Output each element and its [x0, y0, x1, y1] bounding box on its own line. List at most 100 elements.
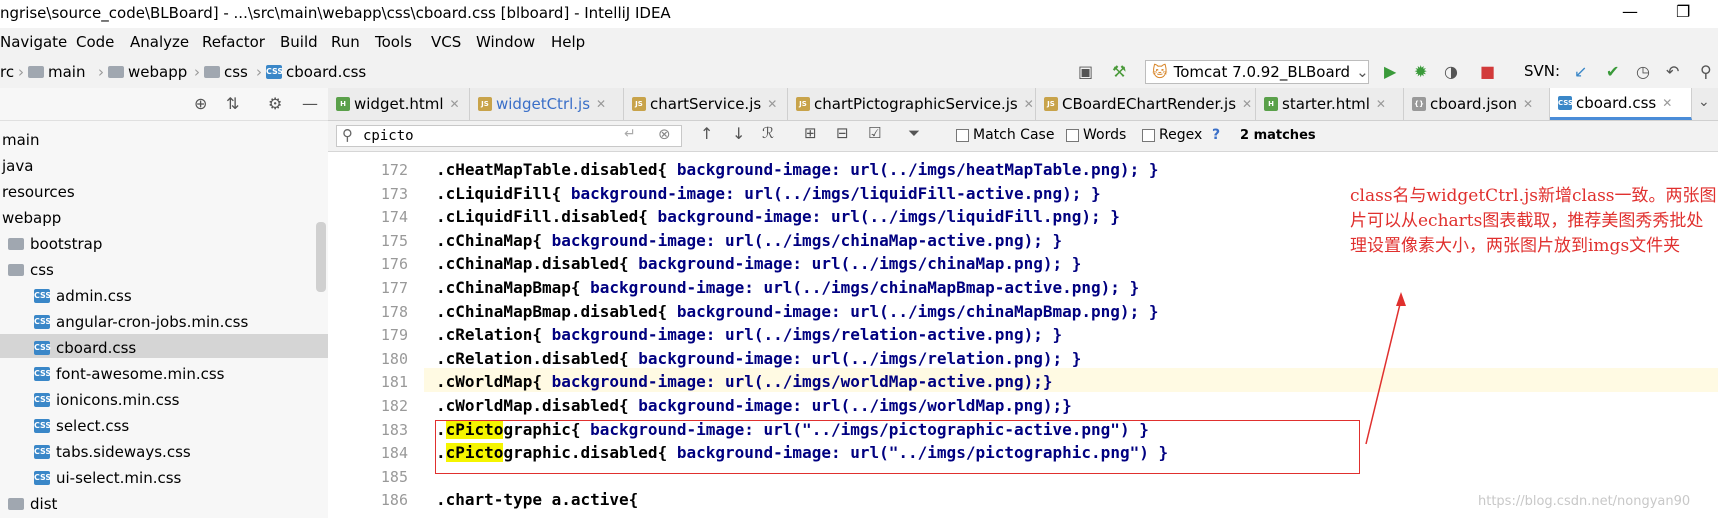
debug-icon[interactable]: ✹: [1414, 62, 1427, 81]
build-hammer-icon[interactable]: ⚒: [1112, 62, 1126, 81]
find-all-icon[interactable]: ℛ: [762, 124, 774, 142]
tree-item[interactable]: CSS angular-cron-jobs.min.css: [34, 310, 248, 334]
tree-item[interactable]: CSS cboard.css: [34, 336, 136, 360]
folder-icon: [28, 66, 44, 78]
remove-occurrence-icon[interactable]: ⊟: [836, 124, 849, 142]
menu-code[interactable]: Code: [76, 33, 114, 51]
tree-item[interactable]: main: [2, 128, 39, 152]
svn-update-icon[interactable]: ↙: [1574, 62, 1587, 81]
history-icon[interactable]: ◷: [1636, 62, 1650, 81]
menu-run[interactable]: Run: [331, 33, 360, 51]
menu-vcs[interactable]: VCS: [431, 33, 461, 51]
tree-scrollbar[interactable]: [316, 222, 326, 292]
code-line[interactable]: .chart-type a.active{: [436, 488, 638, 512]
chevron-right-icon: ›: [256, 63, 262, 81]
match-case-option[interactable]: Match Case: [956, 127, 1054, 143]
tree-item[interactable]: java: [2, 154, 33, 178]
menu-refactor[interactable]: Refactor: [202, 33, 265, 51]
code-line[interactable]: .cChinaMapBmap.disabled{ background-imag…: [436, 300, 1158, 324]
code-line[interactable]: .cWorldMap{ background-image: url(../img…: [436, 370, 1053, 394]
hide-icon[interactable]: —: [302, 94, 318, 113]
menu-help[interactable]: Help: [551, 33, 585, 51]
code-line[interactable]: .cChinaMap.disabled{ background-image: u…: [436, 252, 1081, 276]
regex-help-link[interactable]: ?: [1212, 127, 1220, 143]
breadcrumb-webapp[interactable]: webapp: [108, 63, 187, 81]
close-icon[interactable]: ✕: [1662, 96, 1672, 110]
coverage-icon[interactable]: ◑: [1444, 62, 1458, 81]
menu-window[interactable]: Window: [476, 33, 535, 51]
breadcrumb-file[interactable]: CSS cboard.css: [266, 63, 366, 81]
close-icon[interactable]: ✕: [450, 97, 460, 111]
code-line[interactable]: .cChinaMap{ background-image: url(../img…: [436, 229, 1062, 253]
run-config-dropdown[interactable]: 🐱 Tomcat 7.0.92_BLBoard ⌄: [1145, 60, 1369, 84]
words-option[interactable]: Words: [1066, 127, 1126, 143]
tree-item[interactable]: CSS tabs.sideways.css: [34, 440, 191, 464]
code-line[interactable]: .cRelation{ background-image: url(../img…: [436, 323, 1062, 347]
breadcrumb-main[interactable]: main: [28, 63, 85, 81]
tree-item[interactable]: dist: [8, 492, 57, 516]
menu-build[interactable]: Build: [280, 33, 318, 51]
code-line[interactable]: .cHeatMapTable.disabled{ background-imag…: [436, 158, 1158, 182]
code-line[interactable]: .cWorldMap.disabled{ background-image: u…: [436, 394, 1072, 418]
tab-cboardechartrender-js[interactable]: JS CBoardEChartRender.js ✕: [1036, 88, 1256, 120]
clear-search-icon[interactable]: ⊗: [658, 125, 671, 143]
code-line[interactable]: .cChinaMapBmap{ background-image: url(..…: [436, 276, 1139, 300]
tab-starter-html[interactable]: H starter.html ✕: [1256, 88, 1404, 120]
breadcrumb-src[interactable]: rc: [0, 63, 14, 81]
navigation-bar: rc › main › webapp › css › CSS cboard.cs…: [0, 56, 1718, 89]
select-all-occurrences-icon[interactable]: ☑: [868, 124, 881, 142]
tab-chartpictographicservice-js[interactable]: JS chartPictographicService.js ✕: [788, 88, 1036, 120]
close-icon[interactable]: ✕: [596, 97, 606, 111]
code-line[interactable]: .cRelation.disabled{ background-image: u…: [436, 347, 1081, 371]
tree-item[interactable]: CSS ui-select.min.css: [34, 466, 181, 490]
close-icon[interactable]: ✕: [1242, 97, 1252, 111]
tree-item[interactable]: bootstrap: [8, 232, 102, 256]
next-occurrence-icon[interactable]: ↓: [732, 124, 745, 143]
close-icon[interactable]: ✕: [1523, 97, 1533, 111]
words-checkbox[interactable]: [1066, 128, 1079, 142]
menu-navigate[interactable]: Navigate: [0, 33, 67, 51]
tab-chartservice-js[interactable]: JS chartService.js ✕: [624, 88, 788, 120]
collapse-all-icon[interactable]: ⇅: [226, 94, 239, 113]
code-line[interactable]: .cLiquidFill.disabled{ background-image:…: [436, 205, 1120, 229]
minimize-button[interactable]: —: [1622, 2, 1638, 21]
close-icon[interactable]: ✕: [1376, 97, 1386, 111]
menu-analyze[interactable]: Analyze: [130, 33, 189, 51]
watermark: https://blog.csdn.net/nongyan90: [1478, 494, 1691, 509]
close-icon[interactable]: ✕: [767, 97, 777, 111]
tabs-overflow-icon[interactable]: ⌄: [1698, 94, 1710, 110]
add-occurrence-icon[interactable]: ⊞: [804, 124, 817, 142]
regex-checkbox[interactable]: [1142, 128, 1155, 142]
stop-icon[interactable]: ■: [1480, 62, 1495, 81]
run-icon[interactable]: ▶: [1384, 62, 1396, 81]
filter-icon[interactable]: ⏷: [908, 124, 920, 142]
layout-icon[interactable]: ▣: [1078, 62, 1093, 81]
breadcrumb-css[interactable]: css: [204, 63, 248, 81]
code-line[interactable]: .cLiquidFill{ background-image: url(../i…: [436, 182, 1101, 206]
tab-cboard-json[interactable]: {} cboard.json ✕: [1404, 88, 1550, 120]
css-declaration: background-image: url(../imgs/liquidFill…: [647, 207, 1120, 227]
tree-item[interactable]: webapp: [2, 206, 61, 230]
tab-widget-html[interactable]: H widget.html ✕: [328, 88, 470, 120]
svn-commit-icon[interactable]: ✔: [1606, 62, 1619, 81]
previous-occurrence-icon[interactable]: ↑: [700, 124, 713, 143]
tree-item[interactable]: CSS ionicons.min.css: [34, 388, 179, 412]
regex-option[interactable]: Regex: [1142, 127, 1202, 143]
tree-item[interactable]: CSS select.css: [34, 414, 129, 438]
revert-icon[interactable]: ↶: [1666, 62, 1679, 81]
tab-widgetctrl-js[interactable]: JS widgetCtrl.js ✕: [470, 88, 624, 120]
menu-tools[interactable]: Tools: [375, 33, 412, 51]
tree-item[interactable]: css: [8, 258, 54, 282]
css-selector: .cChinaMapBmap{: [436, 278, 581, 297]
locate-icon[interactable]: ⊕: [194, 94, 207, 113]
restore-button[interactable]: ❐: [1676, 2, 1690, 21]
css-selector: .cWorldMap{: [436, 372, 542, 392]
tab-cboard-css[interactable]: CSS cboard.css ✕: [1550, 88, 1692, 120]
gear-icon[interactable]: ⚙: [268, 94, 282, 113]
search-everywhere-icon[interactable]: ⚲: [1700, 62, 1712, 81]
close-icon[interactable]: ✕: [1024, 97, 1034, 111]
tree-item[interactable]: resources: [2, 180, 75, 204]
match-case-checkbox[interactable]: [956, 128, 969, 142]
tree-item[interactable]: CSS admin.css: [34, 284, 132, 308]
tree-item[interactable]: CSS font-awesome.min.css: [34, 362, 224, 386]
